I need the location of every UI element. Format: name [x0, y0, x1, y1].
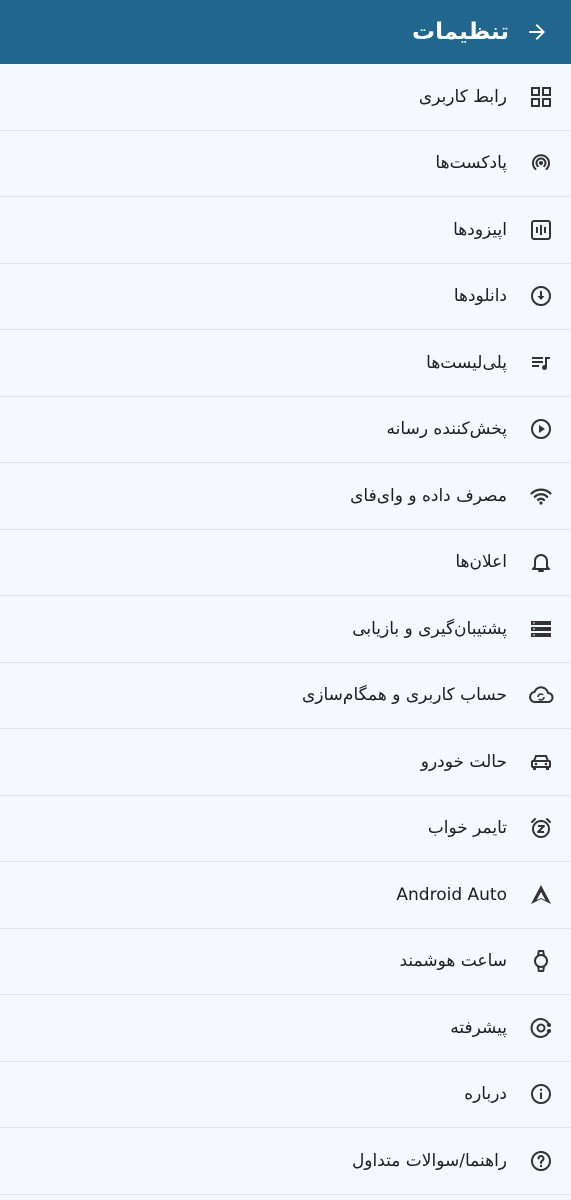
- settings-item-episodes[interactable]: اپیزودها: [0, 197, 571, 264]
- settings-item-label: اعلان‌ها: [455, 552, 507, 573]
- settings-item-downloads[interactable]: دانلودها: [0, 264, 571, 330]
- settings-item-media-player[interactable]: پخش‌کننده رسانه: [0, 397, 571, 463]
- settings-item-interface[interactable]: رابط کاربری: [0, 64, 571, 131]
- settings-item-notifications[interactable]: اعلان‌ها: [0, 530, 571, 596]
- settings-item-label: ساعت هوشمند: [399, 951, 507, 972]
- play-icon: [527, 415, 555, 443]
- settings-advanced-icon: [527, 1014, 555, 1042]
- settings-item-playlists[interactable]: پلی‌لیست‌ها: [0, 330, 571, 397]
- settings-item-label: راهنما/سوالات متداول: [351, 1150, 507, 1171]
- download-icon: [527, 282, 555, 310]
- settings-item-label: پخش‌کننده رسانه: [386, 419, 507, 440]
- settings-item-label: پادکست‌ها: [435, 153, 507, 174]
- info-icon: [527, 1080, 555, 1108]
- settings-item-podcasts[interactable]: پادکست‌ها: [0, 131, 571, 197]
- app-bar: تنظیمات: [0, 0, 571, 64]
- settings-item-label: اپیزودها: [453, 219, 507, 240]
- watch-icon: [527, 947, 555, 975]
- settings-item-label: رابط کاربری: [418, 86, 507, 107]
- settings-item-advanced[interactable]: پیشرفته: [0, 995, 571, 1062]
- settings-item-backup[interactable]: پشتیبان‌گیری و بازیابی: [0, 596, 571, 663]
- bell-icon: [527, 548, 555, 576]
- settings-item-help-faq[interactable]: راهنما/سوالات متداول: [0, 1128, 571, 1195]
- settings-item-label: درباره: [464, 1084, 507, 1105]
- help-icon: [527, 1147, 555, 1175]
- settings-item-label: تایمر خواب: [427, 818, 507, 839]
- settings-item-label: مصرف داده و وای‌فای: [350, 485, 507, 506]
- storage-icon: [527, 615, 555, 643]
- settings-item-account-sync[interactable]: حساب کاربری و همگام‌سازی: [0, 663, 571, 729]
- podcast-icon: [527, 149, 555, 177]
- settings-item-car-mode[interactable]: حالت خودرو: [0, 729, 571, 796]
- android-auto-icon: [527, 881, 555, 909]
- settings-item-label: Android Auto: [396, 884, 507, 905]
- settings-item-label: حالت خودرو: [420, 751, 507, 772]
- page-title: تنظیمات: [412, 19, 509, 45]
- settings-item-about[interactable]: درباره: [0, 1062, 571, 1128]
- arrow-forward-icon[interactable]: [523, 18, 551, 46]
- settings-item-sleep-timer[interactable]: تایمر خواب: [0, 796, 571, 862]
- settings-item-label: پیشرفته: [450, 1017, 507, 1038]
- settings-item-android-auto[interactable]: Android Auto: [0, 862, 571, 929]
- settings-list: رابط کاربری پادکست‌ها اپیزودها دانلودها …: [0, 64, 571, 1195]
- grid-icon: [527, 83, 555, 111]
- wifi-icon: [527, 482, 555, 510]
- settings-item-label: حساب کاربری و همگام‌سازی: [301, 685, 507, 706]
- settings-item-label: پشتیبان‌گیری و بازیابی: [352, 618, 507, 639]
- settings-item-label: دانلودها: [453, 286, 507, 307]
- settings-item-label: پلی‌لیست‌ها: [426, 352, 507, 373]
- playlist-icon: [527, 349, 555, 377]
- alarm-icon: [527, 814, 555, 842]
- settings-item-data-wifi[interactable]: مصرف داده و وای‌فای: [0, 463, 571, 530]
- settings-item-smartwatch[interactable]: ساعت هوشمند: [0, 929, 571, 995]
- cloud-sync-icon: [527, 681, 555, 709]
- episode-icon: [527, 216, 555, 244]
- car-icon: [527, 748, 555, 776]
